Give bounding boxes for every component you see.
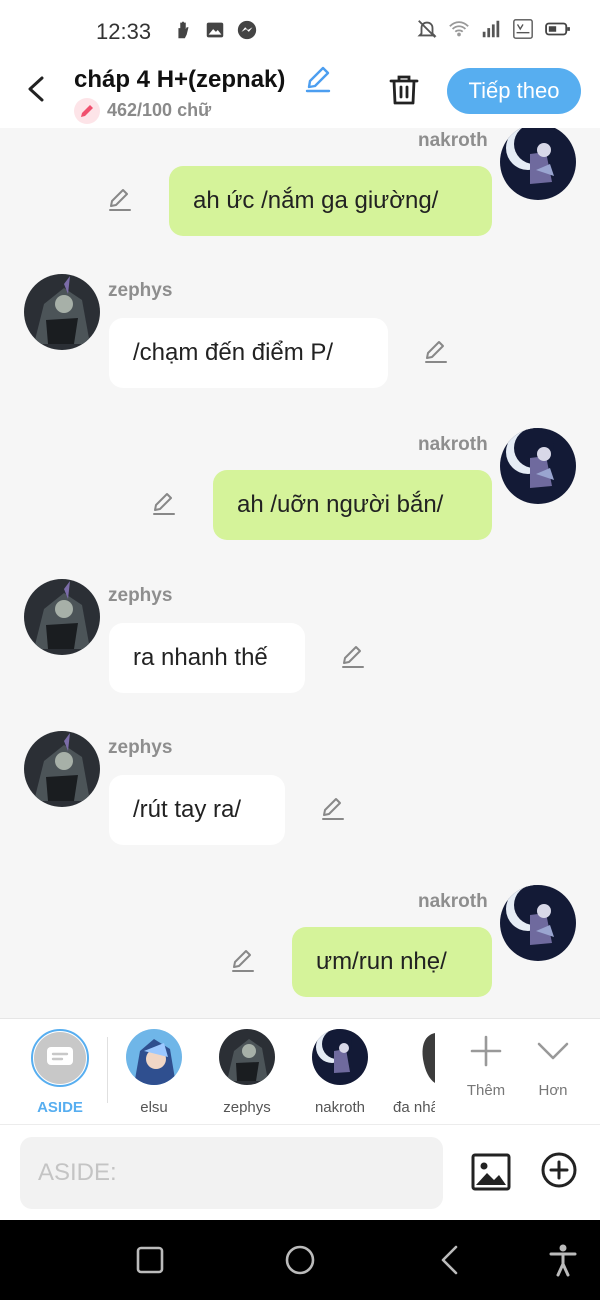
character-zephys[interactable]: zephys: [207, 1029, 287, 1116]
sender-name: nakroth: [418, 891, 488, 912]
divider: [107, 1037, 108, 1103]
image-icon[interactable]: [470, 1151, 512, 1193]
message-bubble[interactable]: /chạm đến điểm P/: [109, 318, 388, 388]
aside-avatar: [31, 1029, 89, 1087]
sender-name: zephys: [108, 585, 173, 606]
trash-icon[interactable]: [386, 72, 422, 108]
collapse-button[interactable]: Hơn: [523, 1033, 583, 1099]
edit-message-icon[interactable]: [229, 947, 257, 975]
message-bubble[interactable]: ah ức /nắm ga giường/: [169, 166, 492, 236]
add-circle-icon[interactable]: [540, 1151, 578, 1189]
volte-icon: [513, 19, 533, 39]
character-label: ASIDE: [37, 1099, 83, 1116]
nakroth-avatar: [500, 885, 576, 961]
home-icon[interactable]: [282, 1242, 318, 1278]
status-left-icons: [172, 19, 258, 41]
sender-name: zephys: [108, 737, 173, 758]
chapter-title: cháp 4 H+(zepnak): [74, 66, 286, 93]
character-da-nhan-cach[interactable]: đa nhân cách: [393, 1029, 435, 1116]
tool-label: Hơn: [538, 1082, 568, 1099]
message-bubble[interactable]: ưm/run nhẹ/: [292, 927, 492, 997]
sender-name: nakroth: [418, 434, 488, 455]
character-label: elsu: [140, 1099, 168, 1116]
back-arrow-icon[interactable]: [20, 72, 54, 106]
word-count-badge: [74, 98, 100, 124]
zephys-avatar: [219, 1029, 275, 1085]
input-bar: [0, 1124, 600, 1220]
chevron-down-icon: [537, 1042, 569, 1060]
nakroth-avatar: [500, 128, 576, 200]
edit-message-icon[interactable]: [339, 643, 367, 671]
next-button[interactable]: Tiếp theo: [447, 68, 581, 114]
mute-icon: [417, 20, 437, 38]
character-aside[interactable]: ASIDE: [20, 1029, 100, 1116]
add-character-button[interactable]: Thêm: [456, 1033, 516, 1099]
character-nakroth[interactable]: nakroth: [300, 1029, 380, 1116]
sender-name: nakroth: [418, 130, 488, 151]
plus-icon: [470, 1035, 502, 1067]
status-bar: 12:33: [0, 0, 600, 60]
edit-message-icon[interactable]: [319, 795, 347, 823]
word-count: 462/100 chữ: [107, 100, 212, 120]
elsu-avatar: [126, 1029, 182, 1085]
recents-icon[interactable]: [132, 1242, 168, 1278]
image-icon: [206, 22, 224, 38]
zephys-avatar: [24, 274, 100, 350]
zephys-avatar: [24, 579, 100, 655]
message-bubble[interactable]: /rút tay ra/: [109, 775, 285, 845]
chat-area[interactable]: nakroth ah ức /nắm ga giường/ zephys /ch…: [0, 128, 600, 1018]
edit-title-icon[interactable]: [304, 65, 332, 93]
character-selector: ASIDE elsu zephys nakroth đa nhân cách T…: [0, 1018, 600, 1124]
status-time: 12:33: [96, 19, 152, 44]
character-label: zephys: [223, 1099, 271, 1116]
message-bubble[interactable]: ra nhanh thế: [109, 623, 305, 693]
messenger-icon: [237, 20, 257, 40]
character-label: đa nhân cách: [393, 1099, 435, 1116]
character-label: nakroth: [314, 1099, 366, 1116]
aside-input[interactable]: [20, 1137, 443, 1209]
sender-name: zephys: [108, 280, 173, 301]
battery-icon: [545, 22, 570, 36]
edit-message-icon[interactable]: [150, 490, 178, 518]
edit-message-icon[interactable]: [422, 338, 450, 366]
nakroth-avatar: [312, 1029, 368, 1085]
pencil-icon: [81, 105, 93, 117]
hand-icon: [178, 21, 189, 39]
wifi-icon: [449, 21, 469, 37]
zephys-avatar: [24, 731, 100, 807]
navigation-bar: [0, 1220, 600, 1300]
status-right-icons: [416, 18, 572, 40]
character-elsu[interactable]: elsu: [114, 1029, 194, 1116]
back-nav-icon[interactable]: [432, 1242, 468, 1278]
signal-icon: [482, 20, 500, 38]
aside-icon: [47, 1047, 73, 1065]
nakroth-avatar: [500, 428, 576, 504]
edit-message-icon[interactable]: [106, 186, 134, 214]
tool-label: Thêm: [466, 1082, 506, 1099]
da-nhan-cach-avatar: [415, 1029, 435, 1085]
message-bubble[interactable]: ah /uỡn người bắn/: [213, 470, 492, 540]
top-bar: cháp 4 H+(zepnak) 462/100 chữ Tiếp theo: [0, 60, 600, 128]
accessibility-icon[interactable]: [545, 1242, 581, 1278]
